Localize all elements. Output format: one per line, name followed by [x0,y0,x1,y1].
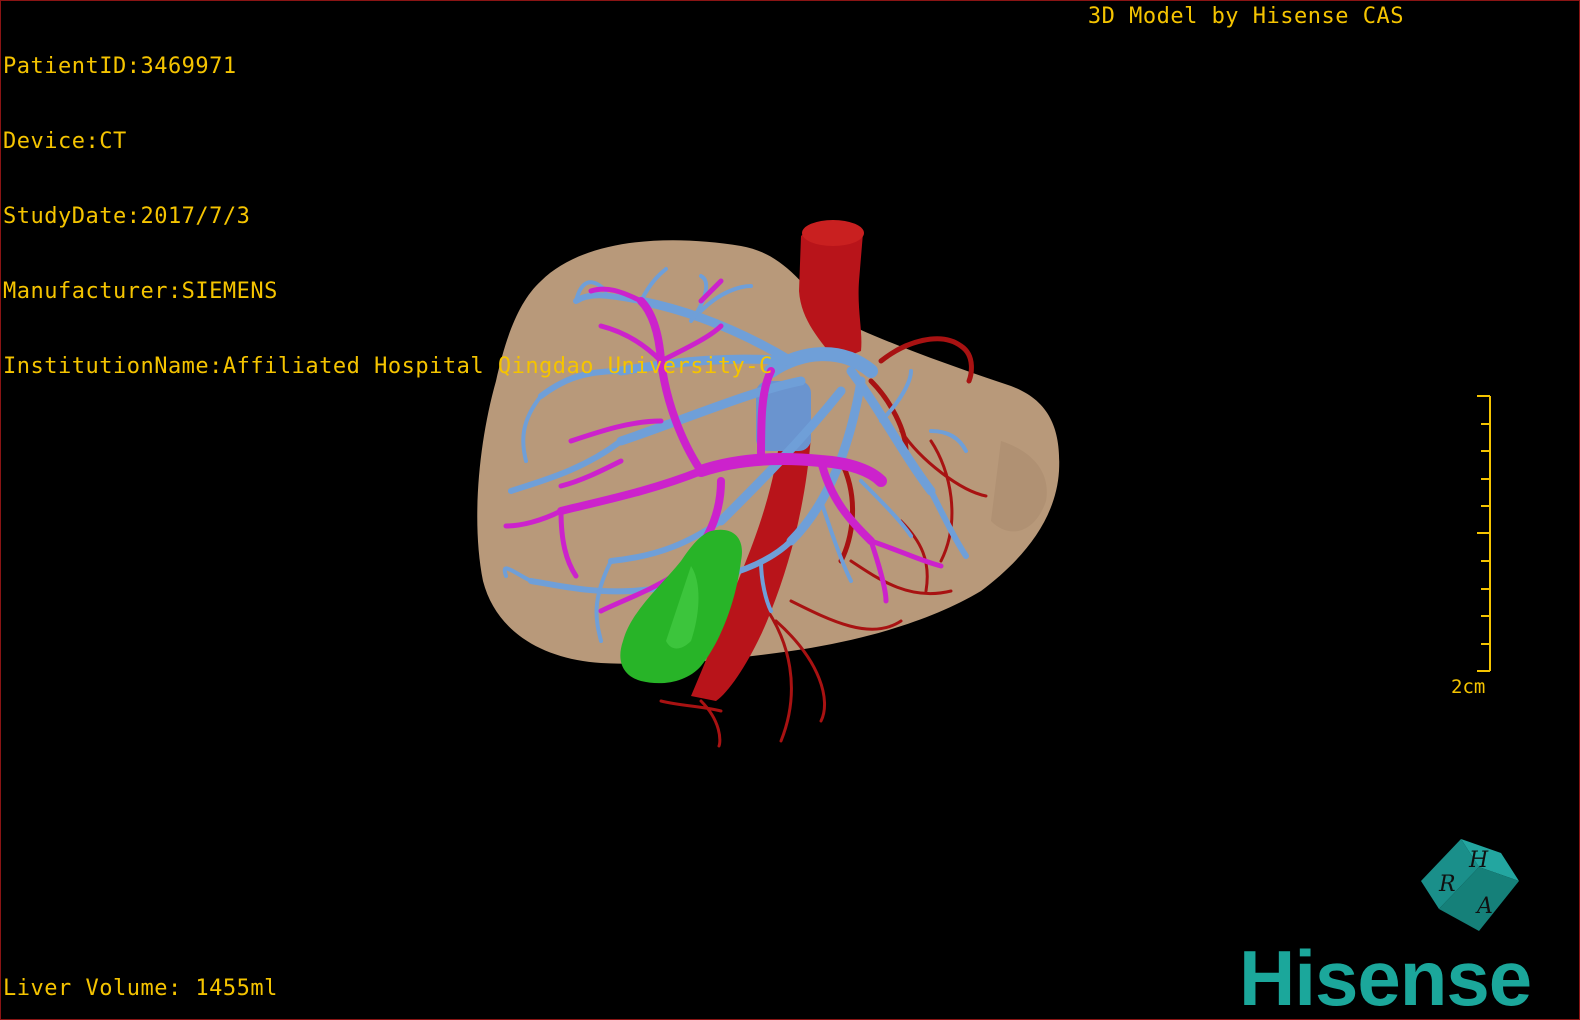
patient-id: PatientID:3469971 [3,54,237,79]
liver-volume: Liver Volume: 1455ml [3,976,278,1001]
hisense-logo: Hisense [1239,934,1532,1020]
institution-name: InstitutionName:Affiliated Hospital Qing… [3,354,773,379]
cube-face-h: H [1468,848,1489,873]
manufacturer: Manufacturer:SIEMENS [3,279,278,304]
orientation-cube-icon[interactable]: H R A [1421,839,1519,931]
scale-bar [1477,395,1491,672]
model-credit: 3D Model by Hisense CAS [1087,4,1404,29]
3d-viewport[interactable]: H R A PatientID:3469971 Device:CT StudyD… [0,0,1580,1020]
cube-face-r: R [1438,872,1456,897]
study-date: StudyDate:2017/7/3 [3,204,251,229]
study-info: PatientID:3469971 Device:CT StudyDate:20… [3,4,773,429]
cube-face-a: A [1475,894,1493,919]
device: Device:CT [3,129,127,154]
scale-bar-label: 2cm [1451,676,1486,698]
